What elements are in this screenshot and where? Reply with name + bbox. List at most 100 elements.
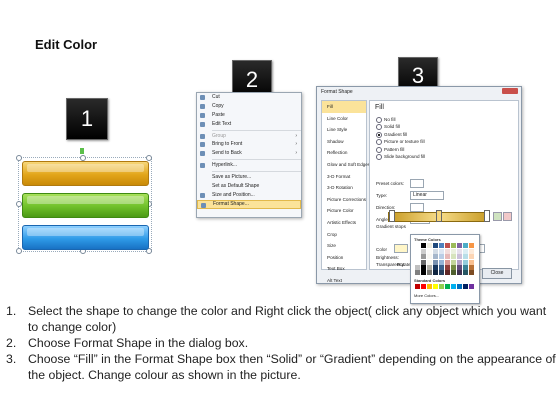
theme-color-swatch[interactable] — [439, 270, 444, 275]
instruction-text: Select the shape to change the color and… — [28, 304, 547, 334]
category-item[interactable]: Alt Text — [322, 275, 366, 287]
rotation-handle[interactable] — [80, 148, 84, 154]
scissors-icon — [200, 95, 205, 100]
theme-color-swatch[interactable] — [421, 270, 426, 275]
standard-color-swatch[interactable] — [433, 284, 438, 289]
more-colors-button[interactable]: More Colors... — [414, 293, 439, 298]
color-dropdown[interactable] — [394, 244, 408, 253]
color-picker-popup: Theme Colors Standard Colors More Colors… — [410, 234, 480, 304]
standard-color-swatch[interactable] — [463, 284, 468, 289]
instruction-item: 3. Choose “Fill” in the Format Shape box … — [6, 351, 556, 383]
theme-color-swatch[interactable] — [457, 243, 462, 248]
category-item[interactable]: Crop — [322, 229, 366, 241]
blue-bar-shape[interactable] — [22, 225, 149, 250]
fill-option-radio[interactable]: Slide background fill — [376, 154, 425, 160]
standard-color-swatch[interactable] — [445, 284, 450, 289]
context-menu-item[interactable]: Paste — [197, 111, 301, 120]
standard-color-row[interactable] — [415, 284, 475, 290]
theme-color-swatch[interactable] — [463, 243, 468, 248]
preset-colors-dropdown[interactable] — [410, 179, 424, 188]
theme-color-swatch[interactable] — [415, 270, 420, 275]
type-select[interactable]: Linear — [410, 191, 444, 200]
remove-stop-icon[interactable] — [503, 212, 512, 221]
theme-color-swatch[interactable] — [427, 270, 432, 275]
group-icon — [200, 133, 205, 139]
category-item[interactable]: 3-D Rotation — [322, 182, 366, 194]
context-menu-item[interactable]: Save as Picture... — [197, 173, 301, 182]
category-item[interactable]: 3-D Format — [322, 171, 366, 183]
context-menu-item[interactable]: Send to Back › — [197, 149, 301, 158]
context-menu-label: Cut — [212, 94, 220, 100]
theme-color-swatch[interactable] — [433, 243, 438, 248]
radio-icon — [376, 139, 382, 146]
gradient-stop-handle[interactable] — [436, 210, 442, 222]
theme-color-swatch[interactable] — [463, 270, 468, 275]
category-item[interactable]: Line Style — [322, 124, 366, 136]
context-menu-item[interactable]: Edit Text — [197, 120, 301, 129]
resize-handle[interactable] — [146, 155, 152, 161]
context-menu-item[interactable]: Bring to Front › — [197, 140, 301, 149]
direction-dropdown[interactable] — [410, 203, 424, 212]
theme-color-swatch[interactable] — [427, 243, 432, 248]
send-back-icon — [200, 151, 205, 157]
resize-handle[interactable] — [16, 155, 22, 161]
context-menu-item[interactable]: Hyperlink... — [197, 161, 301, 170]
theme-color-swatch[interactable] — [445, 270, 450, 275]
context-menu-label: Set as Default Shape — [212, 183, 260, 190]
context-menu-item[interactable]: Format Shape... — [197, 199, 301, 209]
context-menu-item[interactable]: Set as Default Shape — [197, 182, 301, 191]
fill-option-radio[interactable]: No fill — [376, 117, 396, 123]
standard-color-swatch[interactable] — [469, 284, 474, 289]
standard-color-swatch[interactable] — [421, 284, 426, 289]
theme-color-swatch[interactable] — [445, 243, 450, 248]
category-item[interactable]: Position — [322, 252, 366, 264]
theme-color-swatch[interactable] — [415, 243, 420, 248]
gradient-stop-handle[interactable] — [484, 210, 490, 222]
category-item[interactable]: Reflection — [322, 147, 366, 159]
category-item[interactable]: Picture Corrections — [322, 194, 366, 206]
theme-color-swatch[interactable] — [433, 270, 438, 275]
category-item[interactable]: Picture Color — [322, 205, 366, 217]
copy-icon — [200, 103, 205, 109]
standard-color-swatch[interactable] — [415, 284, 420, 289]
theme-color-swatch[interactable] — [457, 270, 462, 275]
fill-option-radio[interactable]: Solid fill — [376, 124, 400, 131]
theme-color-grid[interactable] — [415, 243, 475, 275]
gold-bar-shape[interactable] — [22, 161, 149, 186]
fill-option-radio[interactable]: Gradient fill — [376, 131, 407, 138]
fill-option-radio[interactable]: Pattern fill — [376, 146, 404, 153]
category-item[interactable]: Shadow — [322, 136, 366, 148]
theme-color-swatch[interactable] — [451, 243, 456, 248]
edit-text-icon — [200, 121, 205, 127]
category-item[interactable]: Line Color — [322, 113, 366, 125]
close-button[interactable]: Close — [482, 268, 512, 279]
standard-color-swatch[interactable] — [427, 284, 432, 289]
theme-color-swatch[interactable] — [421, 243, 426, 248]
context-menu-item[interactable]: Group › — [197, 132, 301, 141]
add-stop-icon[interactable] — [493, 212, 502, 221]
size-icon — [200, 192, 205, 198]
theme-color-swatch[interactable] — [439, 243, 444, 248]
context-menu-label: Bring to Front — [212, 141, 243, 148]
context-menu-item[interactable]: Size and Position... — [197, 191, 301, 200]
fill-option-radio[interactable]: Picture or texture fill — [376, 139, 425, 146]
category-item[interactable]: Fill — [322, 101, 366, 113]
context-menu-item[interactable]: Cut — [197, 93, 301, 102]
context-menu-item[interactable]: Copy — [197, 102, 301, 111]
category-item[interactable]: Size — [322, 240, 366, 252]
green-bar-shape[interactable] — [22, 193, 149, 218]
window-controls[interactable] — [502, 88, 518, 94]
gradient-stop-handle[interactable] — [389, 210, 395, 222]
category-item[interactable]: Artistic Effects — [322, 217, 366, 229]
category-item[interactable]: Glow and Soft Edges — [322, 159, 370, 171]
theme-color-swatch[interactable] — [469, 270, 474, 275]
resize-handle[interactable] — [16, 248, 22, 254]
category-list: Fill Line Color Line Style Shadow Reflection… — [321, 100, 370, 283]
category-item[interactable]: Text Box — [322, 263, 366, 275]
theme-color-swatch[interactable] — [451, 270, 456, 275]
standard-color-swatch[interactable] — [451, 284, 456, 289]
theme-color-swatch[interactable] — [469, 243, 474, 248]
standard-color-swatch[interactable] — [439, 284, 444, 289]
standard-color-swatch[interactable] — [457, 284, 462, 289]
context-menu-label: Format Shape... — [213, 200, 249, 207]
